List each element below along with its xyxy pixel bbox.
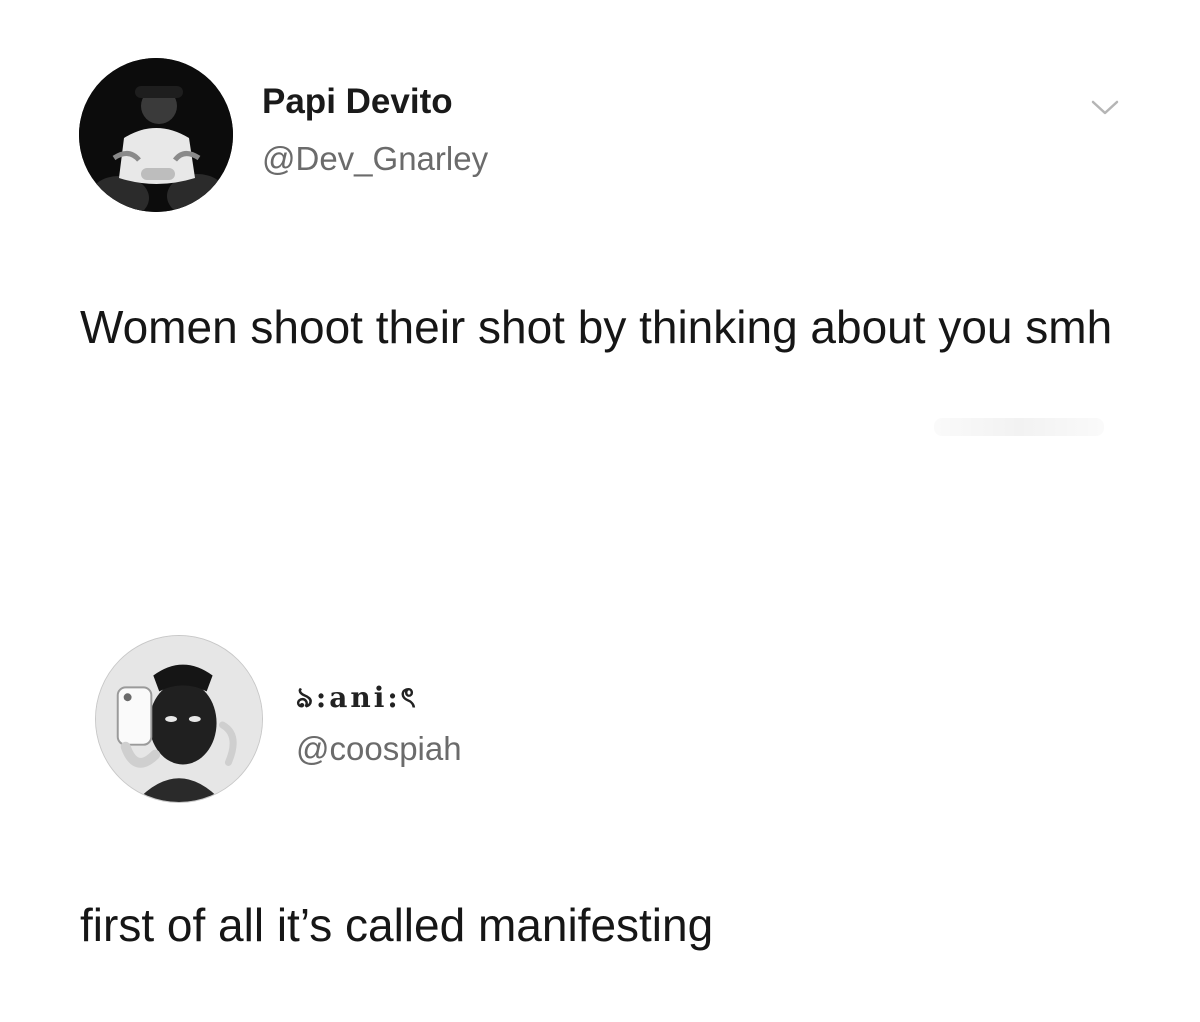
- avatar[interactable]: [79, 58, 233, 212]
- user-avatar-photo-icon: [79, 58, 233, 212]
- avatar[interactable]: [95, 635, 263, 803]
- tweet-card-papi-devito: Papi Devito @Dev_Gnarley Women shoot the…: [0, 0, 1200, 560]
- user-handle[interactable]: @coospiah: [296, 730, 462, 768]
- tweet-card-coospiah: ঌ:ani:ৎ @coospiah first of all it’s call…: [0, 560, 1200, 1022]
- tweet-text: first of all it’s called manifesting: [80, 899, 714, 951]
- user-handle[interactable]: @Dev_Gnarley: [262, 140, 488, 178]
- user-avatar-photo-icon: [96, 636, 262, 802]
- tweet-text: Women shoot their shot by thinking about…: [80, 301, 1113, 353]
- chevron-down-icon[interactable]: [1090, 98, 1120, 118]
- display-name[interactable]: Papi Devito: [262, 82, 453, 122]
- watermark: [934, 418, 1104, 436]
- display-name[interactable]: ঌ:ani:ৎ: [296, 676, 419, 723]
